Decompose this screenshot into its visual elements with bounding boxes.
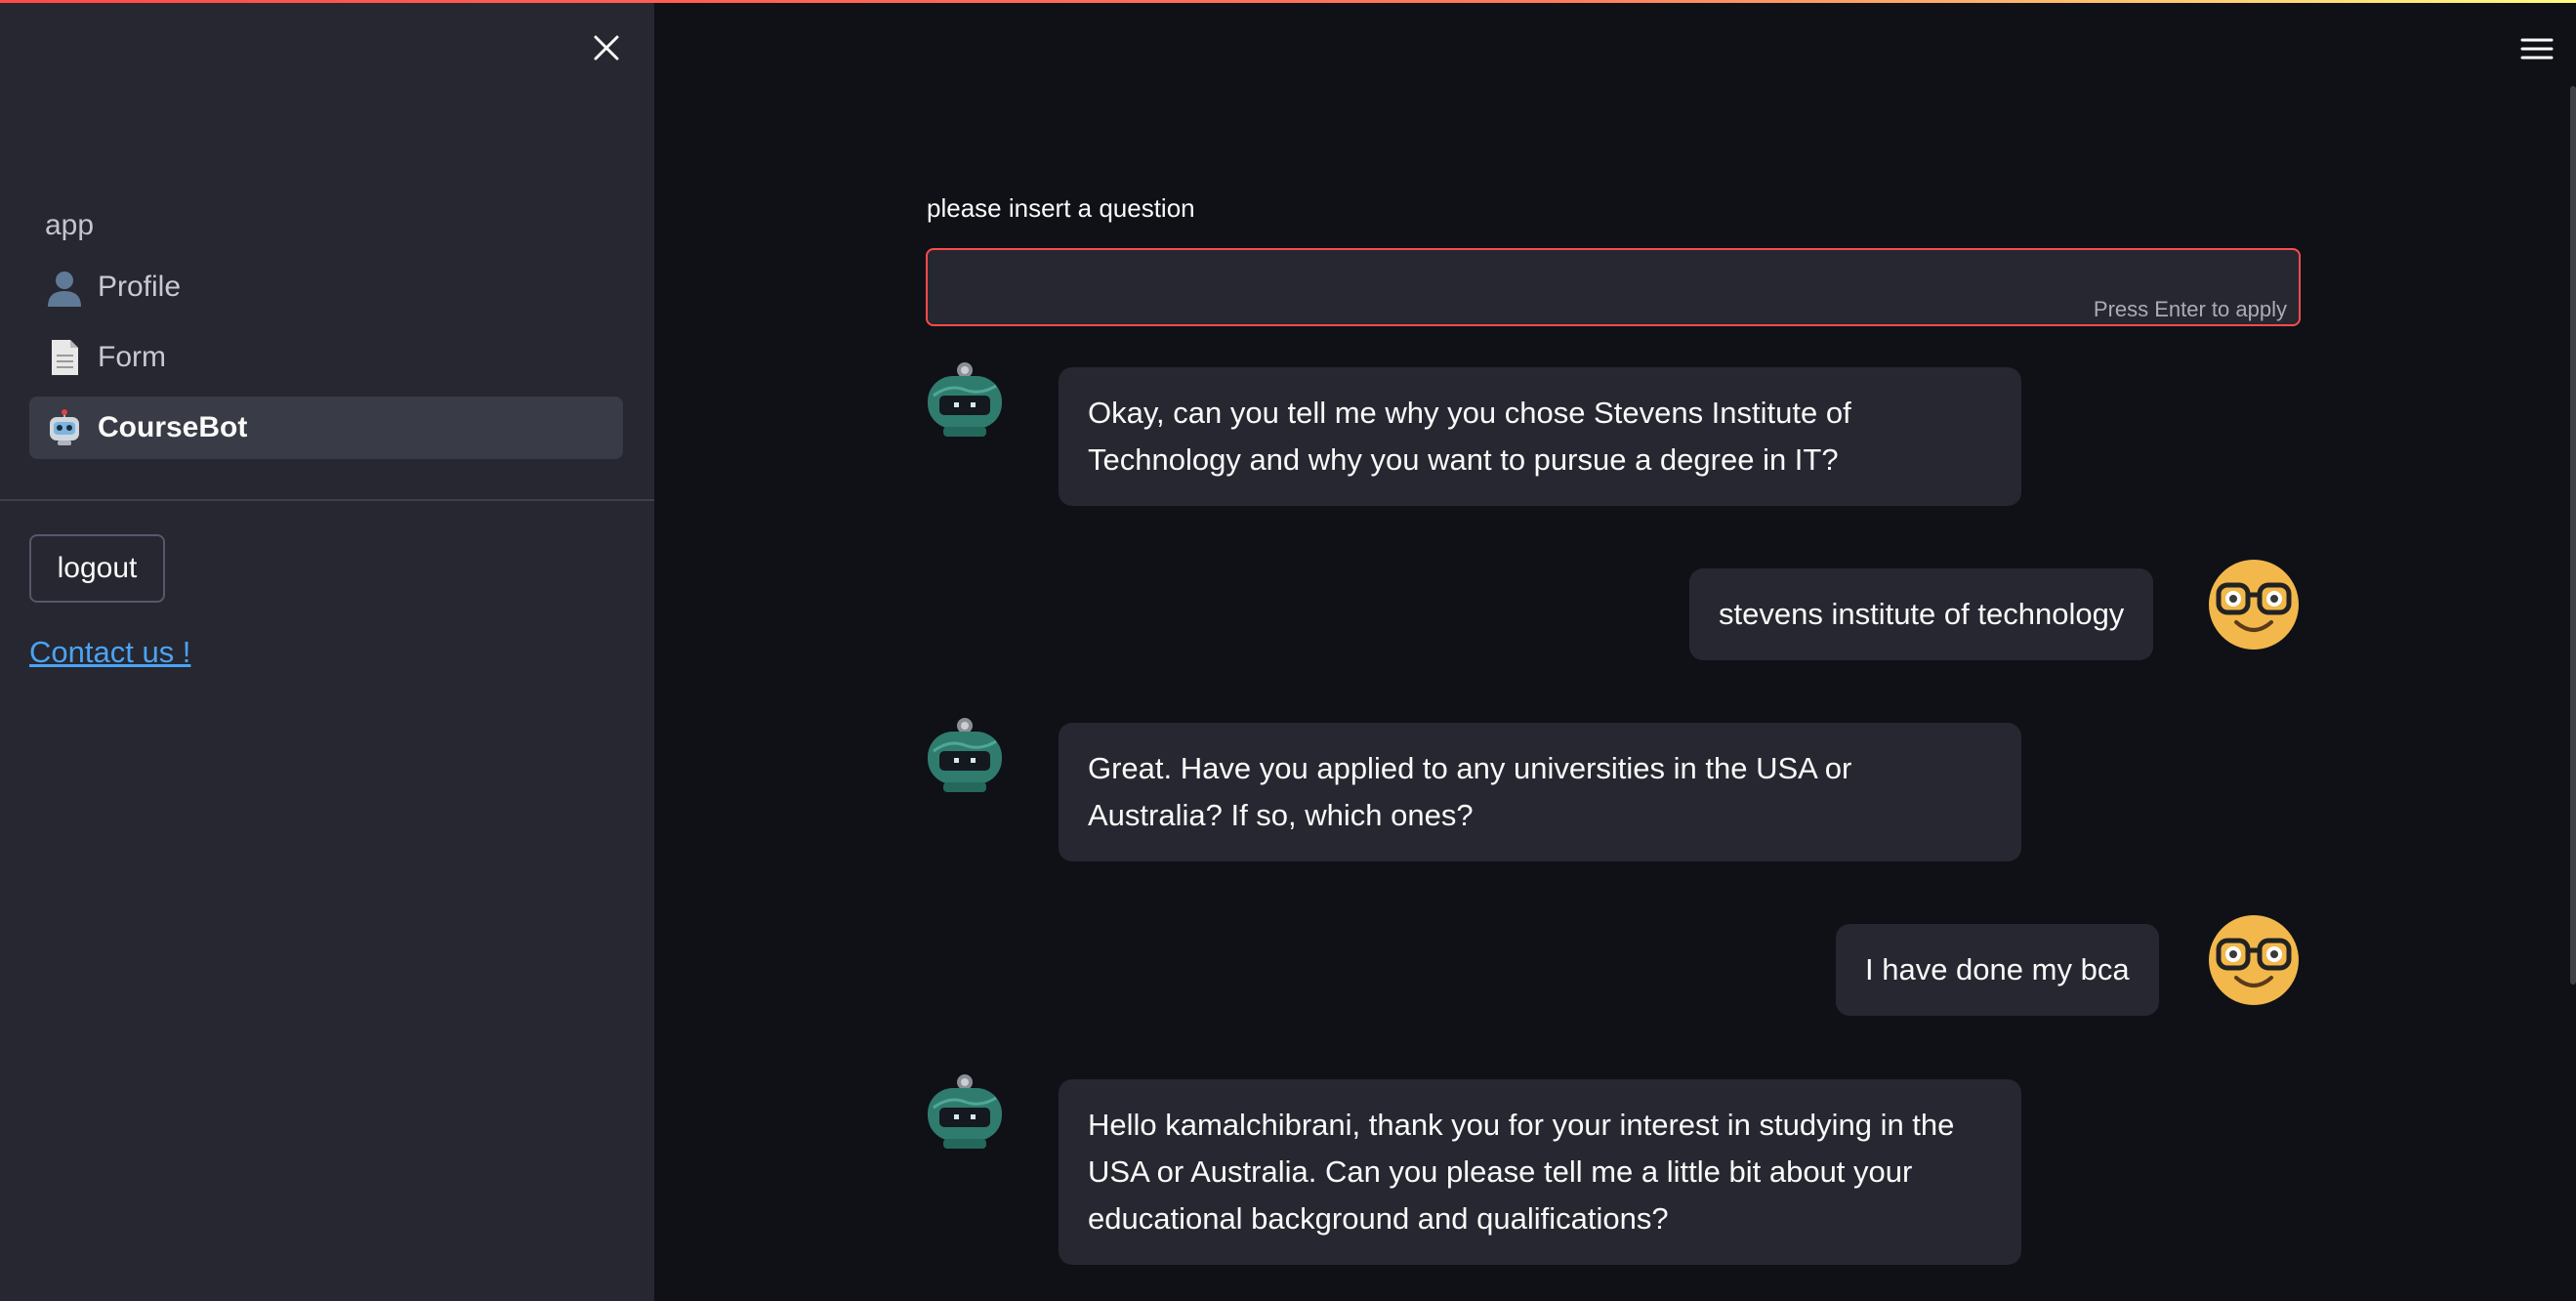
robot-icon bbox=[50, 409, 79, 445]
close-sidebar-icon[interactable] bbox=[590, 31, 623, 64]
question-label: please insert a question bbox=[927, 193, 1195, 223]
nerd-face-avatar-icon bbox=[2209, 560, 2299, 650]
nav-title[interactable]: app bbox=[29, 195, 623, 256]
sidebar-divider bbox=[0, 499, 654, 501]
bot-avatar-icon bbox=[928, 718, 1002, 792]
contact-us-link[interactable]: Contact us ! bbox=[29, 635, 190, 670]
sidebar-item-label: Form bbox=[98, 341, 166, 373]
page-facing-up-icon bbox=[52, 340, 78, 375]
sidebar-item-label: CourseBot bbox=[98, 411, 248, 443]
input-hint: Press Enter to apply bbox=[2093, 297, 2287, 321]
sidebar-item-profile[interactable]: Profile bbox=[29, 256, 623, 318]
logout-button[interactable]: logout bbox=[29, 534, 165, 603]
bot-avatar-icon bbox=[928, 362, 1002, 437]
bot-message: Okay, can you tell me why you chose Stev… bbox=[1059, 367, 2021, 506]
main-content: please insert a question Press Enter to … bbox=[654, 0, 2576, 1301]
sidebar-item-coursebot[interactable]: CourseBot bbox=[29, 397, 623, 459]
question-input-box[interactable]: Press Enter to apply bbox=[926, 248, 2301, 326]
bot-message: Great. Have you applied to any universit… bbox=[1059, 723, 2021, 861]
nerd-face-avatar-icon bbox=[2209, 915, 2299, 1005]
sidebar-item-label: Profile bbox=[98, 271, 182, 303]
sidebar: app Profile Form CourseBot logout Contac… bbox=[0, 0, 654, 1301]
user-message: I have done my bca bbox=[1836, 924, 2159, 1016]
top-accent-bar bbox=[0, 0, 2576, 3]
user-message: stevens institute of technology bbox=[1689, 568, 2154, 660]
sidebar-nav: app Profile Form CourseBot bbox=[29, 195, 623, 467]
bot-avatar-icon bbox=[928, 1074, 1002, 1149]
bust-in-silhouette-icon bbox=[48, 272, 81, 307]
sidebar-item-form[interactable]: Form bbox=[29, 326, 623, 389]
bot-message: Hello kamalchibrani, thank you for your … bbox=[1059, 1079, 2021, 1265]
